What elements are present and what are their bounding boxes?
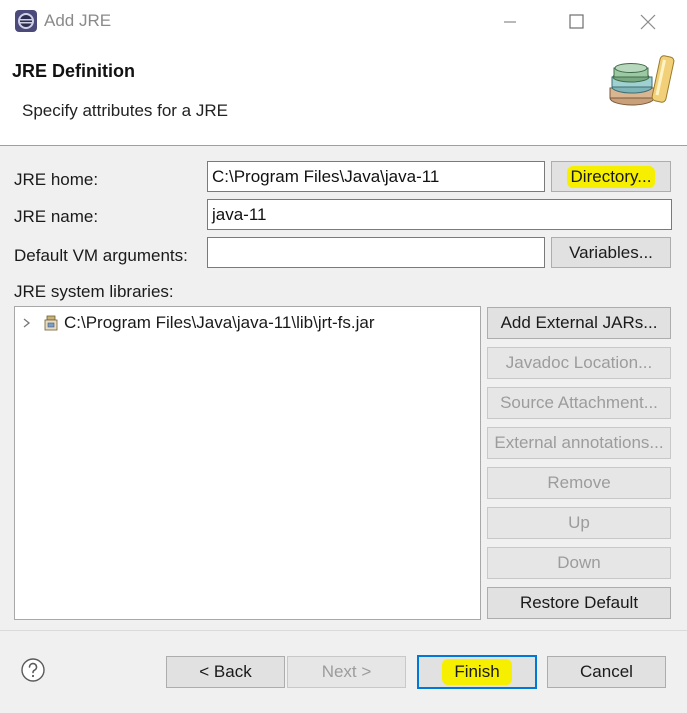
chevron-right-icon[interactable] <box>21 316 33 330</box>
page-title: JRE Definition <box>12 61 136 81</box>
maximize-icon[interactable] <box>562 8 590 36</box>
help-icon[interactable] <box>20 657 46 683</box>
external-annotations-button[interactable]: External annotations... <box>487 427 671 459</box>
title-bar: Add JRE <box>0 0 687 44</box>
jre-name-label: JRE name: <box>14 207 99 226</box>
restore-default-button[interactable]: Restore Default <box>487 587 671 619</box>
remove-button[interactable]: Remove <box>487 467 671 499</box>
up-button[interactable]: Up <box>487 507 671 539</box>
directory-button-label: Directory... <box>566 165 656 188</box>
finish-button[interactable]: Finish <box>417 655 537 689</box>
jre-home-input[interactable]: C:\Program Files\Java\java-11 <box>207 161 545 192</box>
jre-name-input[interactable]: java-11 <box>207 199 672 230</box>
add-external-jars-button[interactable]: Add External JARs... <box>487 307 671 339</box>
tree-item-label: C:\Program Files\Java\java-11\lib\jrt-fs… <box>64 313 375 332</box>
cancel-button[interactable]: Cancel <box>547 656 666 688</box>
directory-button[interactable]: Directory... <box>551 161 671 192</box>
down-button[interactable]: Down <box>487 547 671 579</box>
tree-item[interactable]: C:\Program Files\Java\java-11\lib\jrt-fs… <box>21 313 375 333</box>
finish-button-label: Finish <box>442 659 512 685</box>
window-title: Add JRE <box>44 11 112 30</box>
libraries-tree[interactable]: C:\Program Files\Java\java-11\lib\jrt-fs… <box>14 306 481 620</box>
jar-file-icon <box>44 315 58 331</box>
libraries-label: JRE system libraries: <box>14 282 174 301</box>
vm-arguments-input[interactable] <box>207 237 545 268</box>
close-icon[interactable] <box>634 8 662 36</box>
vm-arguments-label: Default VM arguments: <box>14 246 188 265</box>
jre-home-label: JRE home: <box>14 170 99 189</box>
page-description: Specify attributes for a JRE <box>22 101 228 120</box>
next-button[interactable]: Next > <box>287 656 406 688</box>
javadoc-location-button[interactable]: Javadoc Location... <box>487 347 671 379</box>
back-button[interactable]: < Back <box>166 656 285 688</box>
minimize-icon[interactable] <box>496 8 524 36</box>
eclipse-app-icon <box>15 10 37 32</box>
source-attachment-button[interactable]: Source Attachment... <box>487 387 671 419</box>
jre-books-icon <box>604 50 684 112</box>
variables-button[interactable]: Variables... <box>551 237 671 268</box>
